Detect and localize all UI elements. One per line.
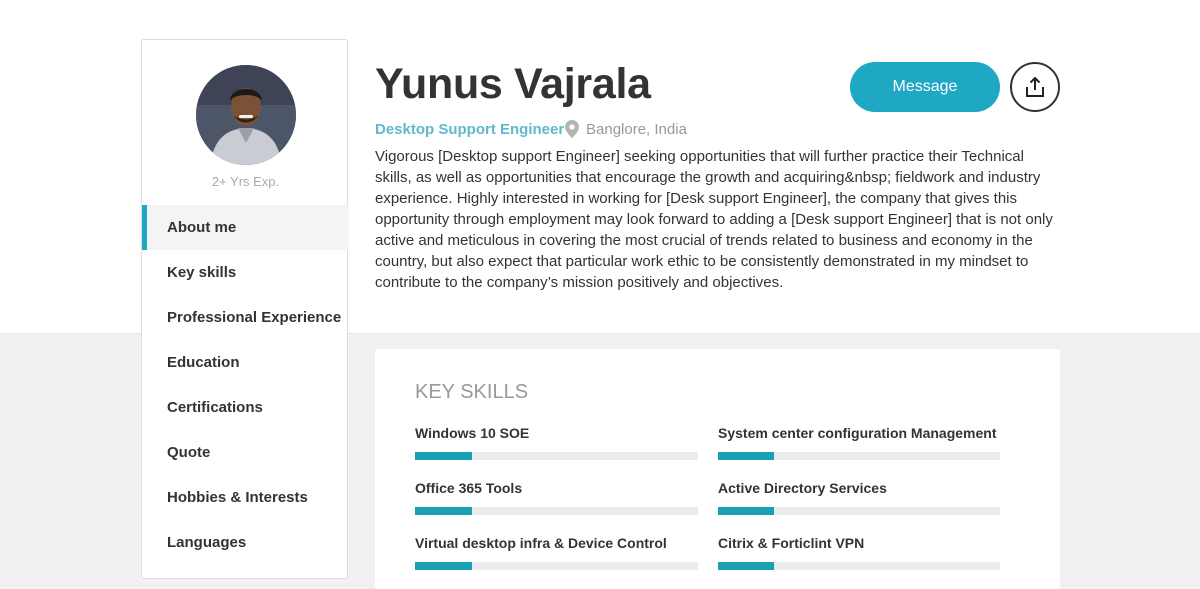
skill-name: Active Directory Services <box>718 480 887 496</box>
skill-name: Office 365 Tools <box>415 480 523 496</box>
location: Banglore, India <box>565 120 687 138</box>
map-pin-icon <box>565 120 579 138</box>
profile-sidebar: 2+ Yrs Exp. About me Key skills Professi… <box>141 39 349 579</box>
share-icon <box>1026 77 1044 97</box>
skill-bar <box>718 507 1000 515</box>
job-title: Desktop Support Engineer <box>375 121 565 138</box>
sidebar-item-languages[interactable]: Languages <box>142 520 349 565</box>
profile-name: Yunus Vajrala <box>375 60 651 108</box>
sidebar-item-professional-experience[interactable]: Professional Experience <box>142 295 349 340</box>
sidebar-item-key-skills[interactable]: Key skills <box>142 250 349 295</box>
experience-label: 2+ Yrs Exp. <box>211 174 280 189</box>
sidebar-item-hobbies-interests[interactable]: Hobbies & Interests <box>142 475 349 520</box>
skill-bar-fill <box>718 562 775 570</box>
skill-item: Citrix & Forticlint VPN <box>718 534 1000 570</box>
skills-grid: Windows 10 SOE System center configurati… <box>415 424 1000 570</box>
skill-bar-fill <box>718 452 775 460</box>
skill-bar-fill <box>415 507 472 515</box>
avatar <box>196 65 296 165</box>
bio-text: Vigorous [Desktop support Engineer] seek… <box>375 148 1053 291</box>
skill-name: Windows 10 SOE <box>415 425 530 441</box>
skill-name: Citrix & Forticlint VPN <box>718 535 865 551</box>
key-skills-card: KEY SKILLS Windows 10 SOE System center … <box>375 349 1060 589</box>
sidebar-item-education[interactable]: Education <box>142 340 349 385</box>
skill-bar <box>415 507 698 515</box>
skill-bar <box>718 562 1000 570</box>
skill-item: Office 365 Tools <box>415 479 698 515</box>
location-text: Banglore, India <box>586 120 687 138</box>
skill-bar-fill <box>415 562 472 570</box>
skill-item: Virtual desktop infra & Device Control <box>415 534 698 570</box>
sidebar-item-about-me[interactable]: About me <box>142 205 349 250</box>
sidebar-menu: About me Key skills Professional Experie… <box>142 205 349 565</box>
skill-bar <box>415 562 698 570</box>
skill-bar <box>415 452 698 460</box>
key-skills-title: KEY SKILLS <box>415 381 529 403</box>
skill-item: Active Directory Services <box>718 479 1000 515</box>
skill-name: System center configuration Management <box>718 425 997 441</box>
sidebar-item-certifications[interactable]: Certifications <box>142 385 349 430</box>
skill-name: Virtual desktop infra & Device Control <box>415 535 667 551</box>
message-button[interactable]: Message <box>850 62 1000 112</box>
share-button[interactable] <box>1010 62 1060 112</box>
avatar-portrait-icon <box>196 65 296 165</box>
skill-bar <box>718 452 1000 460</box>
skill-bar-fill <box>415 452 472 460</box>
skill-bar-fill <box>718 507 775 515</box>
skill-item: Windows 10 SOE <box>415 424 698 460</box>
sidebar-item-quote[interactable]: Quote <box>142 430 349 475</box>
skill-item: System center configuration Management <box>718 424 1000 460</box>
